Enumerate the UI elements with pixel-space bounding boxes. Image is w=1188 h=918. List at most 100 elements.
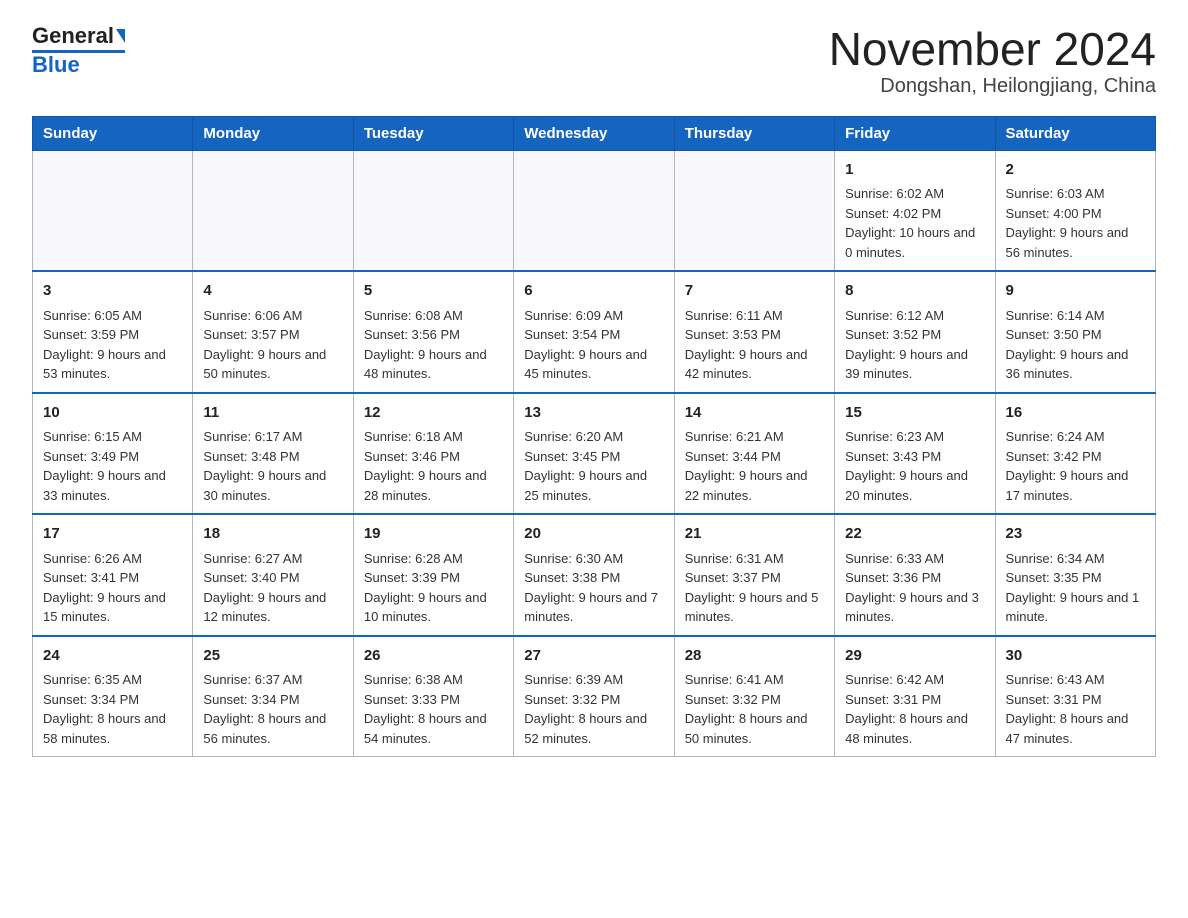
day-number: 27	[524, 645, 663, 668]
day-info: Sunset: 3:37 PM	[685, 568, 824, 588]
day-number: 2	[1006, 159, 1145, 182]
day-info: Daylight: 9 hours and 39 minutes.	[845, 345, 984, 384]
calendar-day-cell: 3Sunrise: 6:05 AMSunset: 3:59 PMDaylight…	[33, 271, 193, 393]
calendar-day-cell: 5Sunrise: 6:08 AMSunset: 3:56 PMDaylight…	[353, 271, 513, 393]
calendar-day-cell: 28Sunrise: 6:41 AMSunset: 3:32 PMDayligh…	[674, 636, 834, 757]
calendar-table: SundayMondayTuesdayWednesdayThursdayFrid…	[32, 116, 1156, 758]
day-info: Sunset: 3:31 PM	[1006, 690, 1145, 710]
day-info: Sunset: 3:54 PM	[524, 325, 663, 345]
day-info: Sunset: 3:46 PM	[364, 447, 503, 467]
calendar-day-cell: 7Sunrise: 6:11 AMSunset: 3:53 PMDaylight…	[674, 271, 834, 393]
day-number: 17	[43, 523, 182, 546]
calendar-day-cell	[514, 150, 674, 271]
calendar-day-cell: 15Sunrise: 6:23 AMSunset: 3:43 PMDayligh…	[835, 393, 995, 515]
day-number: 18	[203, 523, 342, 546]
calendar-header-row: SundayMondayTuesdayWednesdayThursdayFrid…	[33, 116, 1156, 150]
day-number: 24	[43, 645, 182, 668]
logo-name2: Blue	[32, 53, 80, 77]
day-number: 15	[845, 402, 984, 425]
calendar-day-cell: 26Sunrise: 6:38 AMSunset: 3:33 PMDayligh…	[353, 636, 513, 757]
day-info: Sunrise: 6:35 AM	[43, 670, 182, 690]
day-info: Sunset: 3:49 PM	[43, 447, 182, 467]
day-number: 4	[203, 280, 342, 303]
day-info: Sunrise: 6:14 AM	[1006, 306, 1145, 326]
day-info: Sunrise: 6:42 AM	[845, 670, 984, 690]
day-info: Sunset: 3:33 PM	[364, 690, 503, 710]
day-info: Sunset: 3:48 PM	[203, 447, 342, 467]
day-info: Sunrise: 6:34 AM	[1006, 549, 1145, 569]
day-number: 6	[524, 280, 663, 303]
day-info: Sunrise: 6:43 AM	[1006, 670, 1145, 690]
calendar-subtitle: Dongshan, Heilongjiang, China	[829, 75, 1156, 98]
day-info: Sunrise: 6:05 AM	[43, 306, 182, 326]
day-number: 28	[685, 645, 824, 668]
day-info: Sunset: 3:39 PM	[364, 568, 503, 588]
day-info: Daylight: 10 hours and 0 minutes.	[845, 223, 984, 262]
day-info: Sunset: 3:38 PM	[524, 568, 663, 588]
day-info: Daylight: 9 hours and 22 minutes.	[685, 466, 824, 505]
day-info: Daylight: 9 hours and 30 minutes.	[203, 466, 342, 505]
day-info: Daylight: 9 hours and 10 minutes.	[364, 588, 503, 627]
day-info: Sunrise: 6:20 AM	[524, 427, 663, 447]
calendar-weekday-saturday: Saturday	[995, 116, 1155, 150]
calendar-week-row: 24Sunrise: 6:35 AMSunset: 3:34 PMDayligh…	[33, 636, 1156, 757]
day-info: Daylight: 9 hours and 53 minutes.	[43, 345, 182, 384]
day-info: Sunset: 3:41 PM	[43, 568, 182, 588]
day-info: Sunrise: 6:02 AM	[845, 184, 984, 204]
calendar-day-cell: 19Sunrise: 6:28 AMSunset: 3:39 PMDayligh…	[353, 514, 513, 636]
day-info: Sunrise: 6:17 AM	[203, 427, 342, 447]
calendar-day-cell: 4Sunrise: 6:06 AMSunset: 3:57 PMDaylight…	[193, 271, 353, 393]
day-info: Sunset: 3:45 PM	[524, 447, 663, 467]
calendar-day-cell: 8Sunrise: 6:12 AMSunset: 3:52 PMDaylight…	[835, 271, 995, 393]
day-info: Daylight: 9 hours and 15 minutes.	[43, 588, 182, 627]
day-info: Sunset: 3:36 PM	[845, 568, 984, 588]
day-info: Daylight: 9 hours and 48 minutes.	[364, 345, 503, 384]
day-number: 16	[1006, 402, 1145, 425]
calendar-weekday-thursday: Thursday	[674, 116, 834, 150]
day-info: Sunrise: 6:33 AM	[845, 549, 984, 569]
day-info: Sunrise: 6:15 AM	[43, 427, 182, 447]
day-number: 25	[203, 645, 342, 668]
day-number: 30	[1006, 645, 1145, 668]
day-number: 14	[685, 402, 824, 425]
day-number: 19	[364, 523, 503, 546]
day-info: Sunset: 3:50 PM	[1006, 325, 1145, 345]
logo: General Blue	[32, 24, 125, 77]
day-number: 11	[203, 402, 342, 425]
logo-triangle-icon	[116, 29, 125, 43]
calendar-week-row: 1Sunrise: 6:02 AMSunset: 4:02 PMDaylight…	[33, 150, 1156, 271]
day-info: Daylight: 9 hours and 45 minutes.	[524, 345, 663, 384]
calendar-day-cell: 18Sunrise: 6:27 AMSunset: 3:40 PMDayligh…	[193, 514, 353, 636]
day-info: Sunrise: 6:12 AM	[845, 306, 984, 326]
calendar-day-cell: 9Sunrise: 6:14 AMSunset: 3:50 PMDaylight…	[995, 271, 1155, 393]
day-info: Sunrise: 6:26 AM	[43, 549, 182, 569]
day-info: Daylight: 9 hours and 7 minutes.	[524, 588, 663, 627]
day-info: Sunrise: 6:18 AM	[364, 427, 503, 447]
calendar-week-row: 10Sunrise: 6:15 AMSunset: 3:49 PMDayligh…	[33, 393, 1156, 515]
day-info: Sunset: 3:42 PM	[1006, 447, 1145, 467]
day-info: Sunrise: 6:11 AM	[685, 306, 824, 326]
day-info: Daylight: 9 hours and 12 minutes.	[203, 588, 342, 627]
calendar-day-cell: 25Sunrise: 6:37 AMSunset: 3:34 PMDayligh…	[193, 636, 353, 757]
day-info: Sunset: 3:32 PM	[524, 690, 663, 710]
calendar-week-row: 17Sunrise: 6:26 AMSunset: 3:41 PMDayligh…	[33, 514, 1156, 636]
calendar-day-cell: 17 Sunrise: 6:26 AMSunset: 3:41 PMDayligh…	[33, 514, 193, 636]
day-info: Daylight: 9 hours and 56 minutes.	[1006, 223, 1145, 262]
day-info: Daylight: 9 hours and 33 minutes.	[43, 466, 182, 505]
calendar-weekday-monday: Monday	[193, 116, 353, 150]
day-number: 5	[364, 280, 503, 303]
calendar-day-cell: 23Sunrise: 6:34 AMSunset: 3:35 PMDayligh…	[995, 514, 1155, 636]
day-info: Sunrise: 6:39 AM	[524, 670, 663, 690]
day-info: Sunrise: 6:21 AM	[685, 427, 824, 447]
day-info: Sunrise: 6:06 AM	[203, 306, 342, 326]
day-info: Sunset: 3:57 PM	[203, 325, 342, 345]
day-info: Daylight: 8 hours and 48 minutes.	[845, 709, 984, 748]
calendar-day-cell	[353, 150, 513, 271]
calendar-day-cell	[193, 150, 353, 271]
day-info: Sunset: 3:56 PM	[364, 325, 503, 345]
calendar-day-cell: 29Sunrise: 6:42 AMSunset: 3:31 PMDayligh…	[835, 636, 995, 757]
day-info: Daylight: 9 hours and 1 minute.	[1006, 588, 1145, 627]
day-number: 1	[845, 159, 984, 182]
day-info: Daylight: 9 hours and 20 minutes.	[845, 466, 984, 505]
day-info: Daylight: 8 hours and 52 minutes.	[524, 709, 663, 748]
